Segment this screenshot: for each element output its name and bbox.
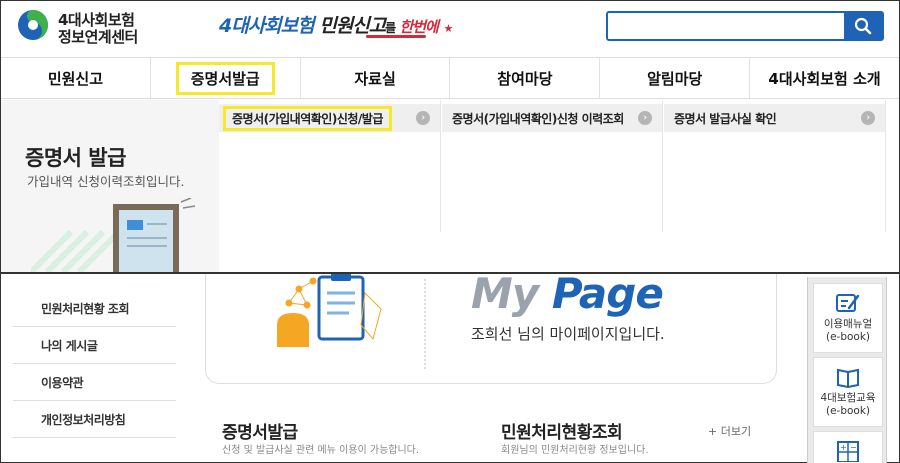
mypage-illustration xyxy=(269,273,389,347)
dropdown-title: 증명서 발급 xyxy=(25,146,126,170)
lnb-item-status[interactable]: 민원처리현황 조회 xyxy=(13,290,176,327)
slogan-part3: 를 xyxy=(385,21,396,35)
logo-text-line2[interactable]: 정보연계센터 xyxy=(58,26,138,47)
search-icon xyxy=(854,17,872,35)
certificate-illustration xyxy=(28,193,211,275)
mega-menu-dropdown: 증명서 발급 가입내역 신청이력조회입니다. 증명서(가입내역확인)신청/발급 … xyxy=(1,100,899,275)
section-title-status: 민원처리현황조회 xyxy=(501,423,623,443)
edit-document-icon xyxy=(836,294,860,312)
lnb-item-terms[interactable]: 이용약관 xyxy=(13,364,176,401)
chevron-right-icon: › xyxy=(416,111,430,125)
nav-label: 참여마당 xyxy=(497,69,553,88)
lnb-label: 개인정보처리방침 xyxy=(41,412,126,427)
main-nav: 민원신고 증명서발급 자료실 참여마당 알림마당 4대사회보험 소개 xyxy=(1,57,899,99)
calculator-icon: + − xyxy=(837,441,859,462)
lnb-label: 나의 게시글 xyxy=(41,338,98,353)
dropdown-link-label: 증명서(가입내역확인)신청 이력조회 xyxy=(452,111,624,126)
nav-label: 알림마당 xyxy=(647,69,703,88)
mypage-title-page: Page xyxy=(551,269,664,318)
dropdown-link-history[interactable]: 증명서(가입내역확인)신청 이력조회 › xyxy=(442,104,662,132)
dropdown-col-history: 증명서(가입내역확인)신청 이력조회 › xyxy=(442,100,663,232)
section-desc-certificate: 신청 및 발급사실 관련 메뉴 이용이 가능합니다. xyxy=(222,445,420,456)
logo-icon[interactable] xyxy=(17,9,49,41)
chevron-right-icon: › xyxy=(638,111,652,125)
chevron-right-icon: › xyxy=(861,111,875,125)
dropdown-intro: 증명서 발급 가입내역 신청이력조회입니다. xyxy=(1,100,219,275)
dropdown-link-apply[interactable]: 증명서(가입내역확인)신청/발급 › xyxy=(219,104,440,132)
lnb-label: 민원처리현황 조회 xyxy=(41,301,130,316)
search-input[interactable] xyxy=(608,13,844,39)
dropdown-link-label: 증명서(가입내역확인)신청/발급 xyxy=(223,105,392,131)
nav-item-notice[interactable]: 알림마당 xyxy=(600,58,751,98)
quick-item-manual[interactable]: 이용매뉴얼 (e-book) xyxy=(813,283,883,353)
quick-label: 이용매뉴얼 (e-book) xyxy=(823,318,873,343)
nav-item-certificate[interactable]: 증명서발급 xyxy=(151,58,301,98)
quick-item-education[interactable]: 4대보험교육 (e-book) xyxy=(813,357,883,427)
mypage-subtitle: 조희선 님의 마이페이지입니다. xyxy=(471,325,665,343)
mypage-divider xyxy=(424,279,426,369)
more-link[interactable]: + 더보기 xyxy=(708,423,751,439)
slogan-part1: 4대사회보험 xyxy=(219,15,315,37)
dropdown-col-apply: 증명서(가입내역확인)신청/발급 › xyxy=(219,100,441,232)
slogan-part4: 한번에 xyxy=(395,18,438,36)
search-box xyxy=(606,11,884,41)
dropdown-link-label: 증명서 발급사실 확인 xyxy=(674,111,777,126)
quick-item-calculator[interactable]: + − xyxy=(813,431,883,463)
nav-label: 자료실 xyxy=(354,69,396,88)
header-slogan: 4대사회보험 민원신고를 한번에 ★ xyxy=(219,11,453,38)
nav-label: 증명서발급 xyxy=(175,61,275,95)
nav-item-archive[interactable]: 자료실 xyxy=(301,58,451,98)
mypage-title-my: My xyxy=(471,269,539,318)
nav-label: 민원신고 xyxy=(47,69,104,88)
dropdown-desc: 가입내역 신청이력조회입니다. xyxy=(27,174,185,189)
lnb-item-privacy[interactable]: 개인정보처리방침 xyxy=(13,401,176,438)
svg-text:+: + xyxy=(840,443,847,452)
section-desc-status: 회원님의 민원처리현황 정보입니다. xyxy=(501,445,649,456)
dropdown-col-verify: 증명서 발급사실 확인 › xyxy=(664,100,886,232)
quick-menu: 이용매뉴얼 (e-book) 4대보험교육 (e-book) + − xyxy=(807,277,887,463)
lnb-label: 이용약관 xyxy=(41,375,84,390)
slogan-underline xyxy=(366,35,426,38)
star-icon: ★ xyxy=(443,22,453,35)
nav-item-civil-report[interactable]: 민원신고 xyxy=(1,58,151,98)
book-icon xyxy=(837,368,859,388)
slogan-part2: 민원신고 xyxy=(313,15,386,37)
nav-label: 4대사회보험 소개 xyxy=(768,69,881,88)
lnb-item-my-posts[interactable]: 나의 게시글 xyxy=(13,327,176,364)
quick-label: 4대보험교육 (e-book) xyxy=(820,392,876,417)
dropdown-link-verify[interactable]: 증명서 발급사실 확인 › xyxy=(664,104,885,132)
nav-item-about[interactable]: 4대사회보험 소개 xyxy=(750,58,899,98)
nav-item-participation[interactable]: 참여마당 xyxy=(450,58,601,98)
section-title-certificate: 증명서발급 xyxy=(222,423,298,443)
search-button[interactable] xyxy=(844,13,882,39)
mypage-title: My Page xyxy=(471,269,664,318)
svg-text:−: − xyxy=(850,443,857,452)
